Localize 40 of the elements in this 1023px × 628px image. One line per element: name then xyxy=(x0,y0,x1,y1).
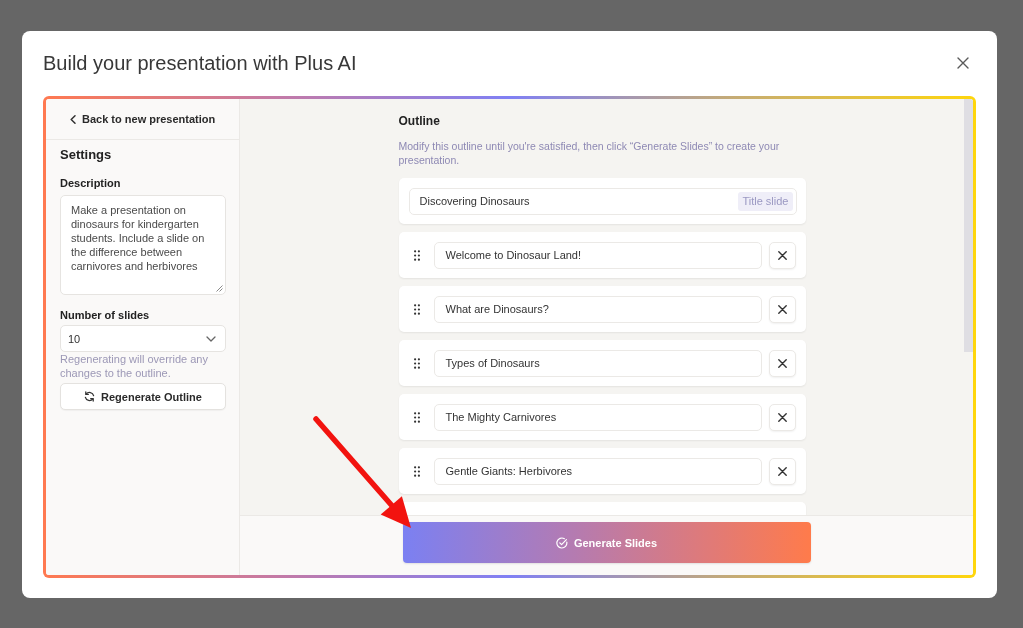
refresh-icon xyxy=(84,391,96,402)
hint-text: Regenerating will override any changes to the outline. xyxy=(60,352,209,380)
slide-title-field[interactable]: Gentle Giants: Herbivores xyxy=(433,457,762,485)
drag-handle-icon[interactable] xyxy=(413,465,420,477)
slide-type-badge: Title slide xyxy=(738,191,793,211)
drag-handle-icon[interactable] xyxy=(413,357,420,369)
chevron-left-icon xyxy=(70,114,76,124)
resize-grip-icon[interactable] xyxy=(216,285,223,292)
remove-button[interactable] xyxy=(768,241,796,269)
remove-button[interactable] xyxy=(768,403,796,431)
close-icon xyxy=(777,250,787,260)
slide-title-field[interactable]: Welcome to Dinosaur Land! xyxy=(433,241,762,269)
close-icon xyxy=(777,412,787,422)
drag-handle-icon[interactable] xyxy=(413,249,420,261)
settings-heading: Settings xyxy=(60,147,113,163)
field-label: Number of slides xyxy=(60,308,151,322)
drag-handle-icon[interactable] xyxy=(413,411,420,423)
remove-button[interactable] xyxy=(768,457,796,485)
field-label: Description xyxy=(60,176,122,190)
instructions-text: Modify this outline until you're satisfied, then click “Generate Slides” to create your presentation. xyxy=(398,139,781,167)
close-icon xyxy=(777,466,787,476)
description-field[interactable]: Make a presentation on dinosaurs for kindergarten students. Include a slide on the difference between carnivores and herbivores xyxy=(60,195,226,295)
drag-handle-icon[interactable] xyxy=(413,303,420,315)
chevron-down-icon xyxy=(206,335,216,342)
check-circle-icon xyxy=(555,536,568,549)
close-icon xyxy=(957,57,969,69)
outline-heading: Outline xyxy=(398,113,441,129)
back-link[interactable]: Back to new presentation xyxy=(70,113,216,125)
slide-title-field[interactable]: The Mighty Carnivores xyxy=(433,403,762,431)
remove-button[interactable] xyxy=(768,349,796,377)
dialog-title: Build your presentation with Plus AI xyxy=(43,51,357,75)
slide-title-field[interactable]: Discovering Dinosaurs Title slide xyxy=(408,187,797,215)
close-icon xyxy=(777,358,787,368)
slide-count-select[interactable]: 10 xyxy=(60,325,226,352)
slide-title-field[interactable]: What are Dinosaurs? xyxy=(433,295,762,323)
remove-button[interactable] xyxy=(768,295,796,323)
regenerate-button[interactable]: Regenerate Outline xyxy=(60,383,226,410)
slide-title-field[interactable]: Types of Dinosaurs xyxy=(433,349,762,377)
close-icon xyxy=(777,304,787,314)
scrollbar-thumb[interactable] xyxy=(964,99,973,352)
